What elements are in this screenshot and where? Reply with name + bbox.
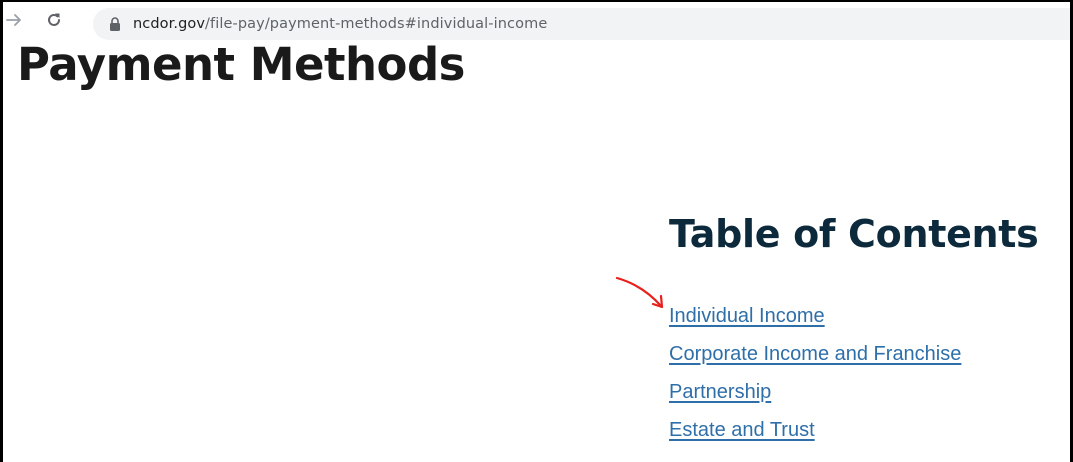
address-bar[interactable]: ncdor.gov/file-pay/payment-methods#indiv… — [93, 8, 1070, 40]
toc-link-estate-trust[interactable]: Estate and Trust — [669, 419, 815, 441]
arrow-right-icon — [5, 11, 23, 34]
toc-link-partnership[interactable]: Partnership — [669, 381, 771, 403]
toc-item: Individual Income — [669, 305, 1038, 343]
toc-item: Estate and Trust — [669, 419, 1038, 457]
red-arrow-annotation — [615, 276, 664, 309]
url-text[interactable]: ncdor.gov/file-pay/payment-methods#indiv… — [133, 16, 547, 32]
table-of-contents: Table of Contents Individual Income Corp… — [669, 212, 1039, 457]
browser-window: ncdor.gov/file-pay/payment-methods#indiv… — [0, 0, 1073, 462]
lock-icon[interactable] — [107, 16, 123, 32]
toc-link-individual-income[interactable]: Individual Income — [669, 305, 825, 327]
page-title: Payment Methods — [17, 38, 465, 91]
reload-button[interactable] — [39, 7, 69, 37]
url-host: ncdor.gov — [133, 16, 206, 32]
browser-toolbar: ncdor.gov/file-pay/payment-methods#indiv… — [3, 2, 1070, 42]
toc-heading: Table of Contents — [669, 212, 1039, 256]
toc-item: Partnership — [669, 381, 1038, 419]
url-path: /file-pay/payment-methods#individual-inc… — [205, 16, 548, 32]
reload-icon — [45, 11, 63, 34]
toc-item: Corporate Income and Franchise — [669, 343, 1038, 381]
toc-list: Individual Income Corporate Income and F… — [669, 305, 1038, 457]
toc-link-corporate-income[interactable]: Corporate Income and Franchise — [669, 343, 961, 365]
forward-button[interactable] — [3, 7, 25, 37]
